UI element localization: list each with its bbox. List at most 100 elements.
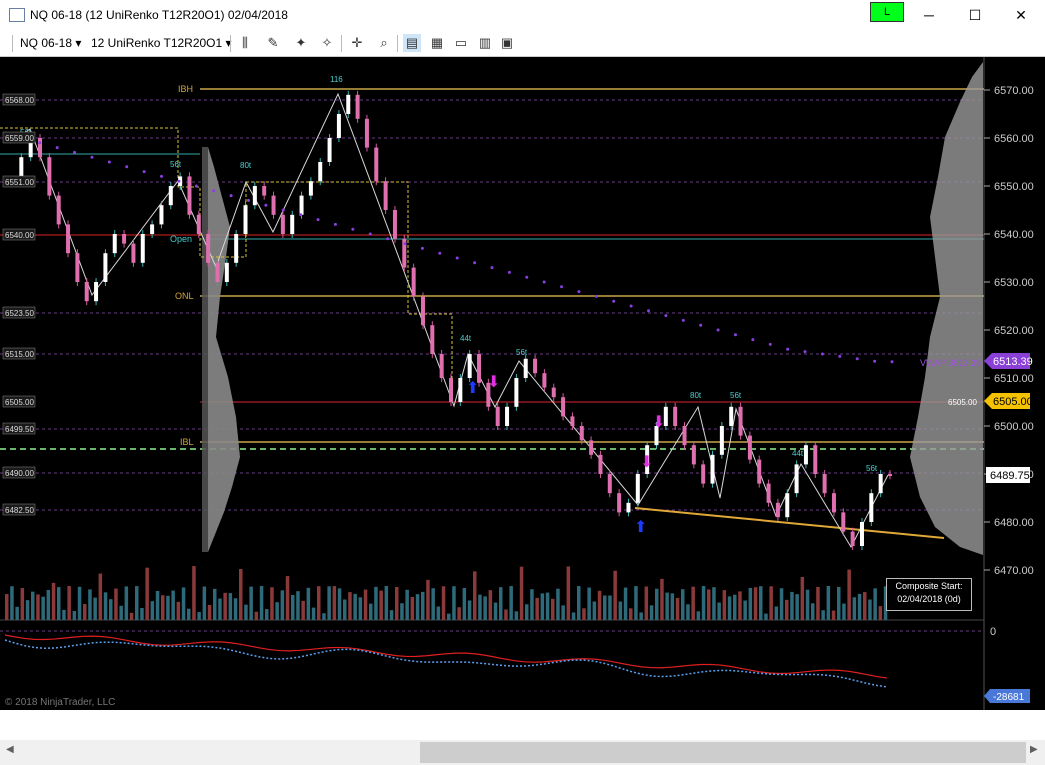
- volume-bar: [639, 612, 643, 620]
- volume-bar: [488, 590, 493, 620]
- volume-bar: [348, 592, 352, 620]
- snap-mode-icon[interactable]: ✧: [318, 34, 336, 52]
- volume-bar: [343, 599, 347, 620]
- price-tick-label: 6550.00: [994, 181, 1034, 193]
- volume-bar: [837, 586, 841, 620]
- volume-bar: [811, 603, 815, 620]
- price-bar: [47, 157, 52, 196]
- vwap-point: [90, 155, 94, 159]
- volume-bar: [218, 598, 222, 620]
- volume-bar: [857, 593, 862, 620]
- volume-bar: [88, 589, 92, 620]
- price-bar: [542, 373, 547, 388]
- vwap-point: [386, 237, 390, 241]
- left-level-label: 6499.50: [5, 425, 34, 434]
- toolbar-separator: [230, 35, 231, 52]
- volume-bar: [259, 586, 264, 620]
- price-bar: [38, 138, 43, 158]
- price-bar: [589, 440, 594, 455]
- price-tick-label: 6510.00: [994, 373, 1034, 385]
- volume-bar: [358, 597, 363, 620]
- price-bar: [477, 354, 482, 383]
- stay-in-draw-icon[interactable]: ✦: [292, 34, 310, 52]
- title-bar: NQ 06-18 (12 UniRenko T12R20O1) 02/04/20…: [0, 0, 1045, 30]
- volume-bar: [821, 610, 825, 620]
- signal-arrows: ⬆ ⬇ ⬆ ⬇ ⬇: [466, 374, 665, 536]
- price-bar: [168, 186, 173, 206]
- volume-bar: [847, 569, 851, 620]
- volume-bar: [213, 588, 217, 620]
- vwap-point: [838, 354, 842, 358]
- vwap-point: [420, 246, 424, 250]
- volume-bar: [15, 606, 19, 620]
- strategies-icon[interactable]: ▦: [428, 34, 446, 52]
- ref-level-label: 6505.00: [948, 398, 977, 407]
- scroll-left-icon[interactable]: ◀: [6, 744, 14, 755]
- price-bar: [710, 454, 715, 484]
- volume-bar: [707, 589, 711, 620]
- toolbar-separator: [341, 35, 342, 52]
- price-chart[interactable]: ⬆ ⬇ ⬆ ⬇ ⬇ IBH Open ONL IBL VWAP 6513.39 …: [0, 57, 1045, 710]
- volume-bar: [566, 566, 571, 620]
- price-bar: [327, 138, 332, 162]
- left-level-label: 6490.00: [5, 469, 34, 478]
- instrument-selector[interactable]: NQ 06-18 ▾: [20, 36, 81, 50]
- volume-bar: [452, 586, 456, 620]
- price-bar: [888, 474, 892, 476]
- vwap-point: [351, 227, 355, 231]
- volume-profile-right: [910, 62, 983, 555]
- connection-status-badge[interactable]: L: [870, 2, 904, 22]
- volume-bar: [738, 591, 742, 620]
- vwap-point: [403, 242, 407, 246]
- volume-bar: [592, 601, 597, 620]
- volume-bar: [753, 587, 758, 620]
- scrollbar-thumb[interactable]: [420, 742, 1026, 763]
- volume-bar: [285, 576, 290, 620]
- horizontal-scrollbar[interactable]: ◀ ▶: [0, 740, 1045, 765]
- crosshair-icon[interactable]: ✛: [348, 34, 366, 52]
- price-bar: [196, 214, 201, 234]
- price-bar: [850, 531, 855, 546]
- volume-bar: [712, 587, 716, 620]
- volume-profile-left: [202, 147, 240, 552]
- toolbar-separator: [12, 35, 13, 52]
- volume-bar: [389, 610, 394, 620]
- vwap-point: [751, 338, 755, 342]
- price-bar: [794, 464, 799, 494]
- left-level-label: 6540.00: [5, 231, 34, 240]
- price-bar: [747, 435, 752, 460]
- price-bar: [150, 224, 155, 234]
- properties-icon[interactable]: ▣: [498, 34, 516, 52]
- minimize-button[interactable]: ─: [906, 0, 952, 30]
- vwap-point: [890, 360, 894, 364]
- price-tick-label: 6570.00: [994, 85, 1034, 97]
- volume-bar: [67, 586, 71, 620]
- price-bar: [140, 234, 145, 263]
- price-tick-label: 6480.00: [994, 517, 1034, 529]
- chart-style-icon[interactable]: ▭: [452, 34, 470, 52]
- volume-bar: [779, 588, 784, 620]
- price-bar: [570, 416, 575, 426]
- pencil-drawing-icon[interactable]: ✎: [264, 34, 282, 52]
- close-button[interactable]: ✕: [998, 0, 1044, 30]
- price-bar: [449, 378, 453, 402]
- price-bar: [439, 354, 444, 378]
- volume-bar: [743, 600, 747, 620]
- volume-bar: [114, 588, 118, 620]
- scroll-right-icon[interactable]: ▶: [1030, 744, 1038, 755]
- price-bar: [738, 406, 743, 436]
- composite-title: Composite Start:: [895, 581, 963, 591]
- volume-bar: [353, 593, 357, 620]
- volume-bar: [769, 586, 773, 620]
- price-bar: [103, 253, 108, 282]
- zoom-icon[interactable]: ⌕: [375, 34, 393, 52]
- chart-panel[interactable]: ⬆ ⬇ ⬆ ⬇ ⬇ IBH Open ONL IBL VWAP 6513.39 …: [0, 57, 1045, 710]
- data-series-icon[interactable]: ▥: [476, 34, 494, 52]
- bartype-selector[interactable]: 12 UniRenko T12R20O1 ▾: [91, 36, 232, 50]
- bars-style-icon[interactable]: ⫼: [236, 34, 254, 52]
- volume-bar: [790, 591, 794, 620]
- volume-bar: [785, 599, 789, 620]
- indicators-icon[interactable]: ▤: [403, 34, 421, 52]
- swing-label: 80t: [240, 161, 252, 170]
- maximize-button[interactable]: ☐: [952, 0, 998, 30]
